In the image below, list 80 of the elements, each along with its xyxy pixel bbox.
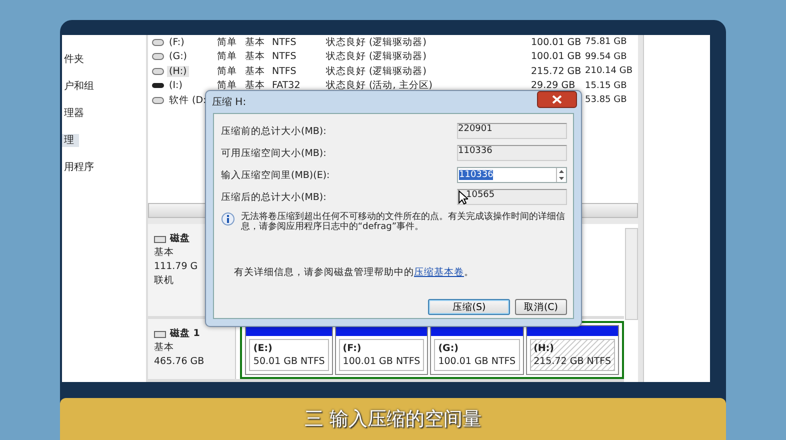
type-cell: 基本 <box>245 36 265 48</box>
partition-label: (H:) <box>534 342 556 355</box>
layout-cell: 简单 <box>217 66 237 77</box>
layout-cell: 简单 <box>217 80 237 92</box>
type-cell: 基本 <box>245 51 265 62</box>
size-input-field[interactable]: 110336 <box>457 167 567 183</box>
capacity-cell: 29.29 GB <box>531 80 576 92</box>
drive-icon <box>152 38 164 46</box>
layout-cell: 简单 <box>217 36 237 48</box>
volume-name[interactable]: 软件 (D: <box>167 94 208 107</box>
capacity-cell: 215.72 GB <box>531 66 582 77</box>
vertical-scrollbar[interactable] <box>625 228 638 320</box>
mouse-cursor-icon <box>458 190 468 205</box>
close-button[interactable] <box>537 91 577 108</box>
filesystem-cell: NTFS <box>272 36 296 48</box>
sidebar-item[interactable]: 户和组 <box>62 80 94 93</box>
drive-icon <box>152 82 164 90</box>
spin-arrows-icon <box>557 168 566 182</box>
free-space-cell: 99.54 GB <box>585 52 627 62</box>
free-space-cell: 75.81 GB <box>585 37 627 48</box>
partition-block[interactable]: (H:) 215.72 GB NTFS <box>526 325 619 375</box>
partition-info: 100.01 GB NTFS <box>438 355 516 368</box>
filesystem-cell: FAT32 <box>272 80 300 92</box>
status-cell: 状态良好 (逻辑驱动器) <box>326 36 426 48</box>
capacity-cell: 100.01 GB <box>531 36 582 48</box>
partition-label: (E:) <box>253 342 274 355</box>
partition-info: 50.01 GB NTFS <box>253 355 325 368</box>
disk-type: 基本 <box>154 246 175 260</box>
volume-name[interactable]: (G:) <box>167 51 189 62</box>
readonly-field: 110336 <box>457 145 567 161</box>
info-icon <box>221 212 235 226</box>
free-space-cell: 210.14 GB <box>585 66 633 76</box>
close-icon <box>552 95 562 104</box>
disk-name: 磁盘 <box>170 232 190 246</box>
layout-cell: 简单 <box>217 51 237 62</box>
capacity-cell: 100.01 GB <box>531 51 582 62</box>
partition-info: 100.01 GB NTFS <box>342 355 420 368</box>
readonly-field: 220901 <box>457 123 567 139</box>
info-message: 无法将卷压缩到超出任何不可移动的文件所在的点。有关完成该操作时间的详细信息，请参阅应用程序日志中的“defrag”事件。 <box>240 212 566 232</box>
volume-name[interactable]: (I:) <box>167 80 184 92</box>
sidebar-item[interactable]: 理器 <box>62 107 84 120</box>
sidebar-item[interactable]: 理 <box>62 134 79 147</box>
field-label: 可用压缩空间大小(MB): <box>221 146 326 160</box>
partition-block[interactable]: (F:) 100.01 GB NTFS <box>334 325 428 375</box>
caption-text: 三 输入压缩的空间量 <box>304 407 482 432</box>
disk-size: 111.79 G <box>154 260 199 274</box>
disk-status: 联机 <box>154 274 175 288</box>
help-text: 有关详细信息，请参阅磁盘管理帮助中的压缩基本卷。 <box>234 266 475 279</box>
sidebar-item[interactable]: 用程序 <box>62 161 94 174</box>
status-cell: 状态良好 (逻辑驱动器) <box>326 66 426 77</box>
status-cell: 状态良好 (逻辑驱动器) <box>326 51 426 62</box>
sidebar-item[interactable]: 件夹 <box>62 53 84 66</box>
drive-icon <box>152 68 164 75</box>
partition-info: 215.72 GB NTFS <box>534 355 611 368</box>
field-label: 输入压缩空间里(MB)(E): <box>221 168 330 182</box>
volume-name[interactable]: (F:) <box>167 36 186 48</box>
partition-block[interactable]: (E:) 50.01 GB NTFS <box>245 325 333 375</box>
free-space-cell: 15.15 GB <box>585 80 627 91</box>
drive-icon <box>152 53 164 60</box>
filesystem-cell: NTFS <box>272 51 296 62</box>
partition-label: (F:) <box>342 342 362 355</box>
shrink-button[interactable]: 压缩(S) <box>428 299 510 315</box>
field-label: 压缩后的总计大小(MB): <box>221 190 326 204</box>
readonly-field: 10565 <box>457 189 567 205</box>
disk-size: 465.76 GB <box>154 355 206 369</box>
volume-name[interactable]: (H:) <box>167 66 189 77</box>
disk-type: 基本 <box>154 341 175 355</box>
partition-label: (G:) <box>438 342 460 355</box>
disk-name: 磁盘 1 <box>170 327 200 341</box>
filesystem-cell: NTFS <box>272 66 296 77</box>
field-label: 压缩前的总计大小(MB): <box>221 124 326 138</box>
status-cell: 状态良好 (活动, 主分区) <box>326 80 432 92</box>
help-link[interactable]: 压缩基本卷 <box>414 267 464 278</box>
partition-block[interactable]: (G:) 100.01 GB NTFS <box>430 325 524 375</box>
drive-icon <box>152 96 164 104</box>
type-cell: 基本 <box>245 80 265 92</box>
type-cell: 基本 <box>245 66 265 77</box>
free-space-cell: 53.85 GB <box>585 95 627 106</box>
cancel-button[interactable]: 取消(C) <box>515 299 567 315</box>
dialog-title: 压缩 H: <box>212 96 246 109</box>
